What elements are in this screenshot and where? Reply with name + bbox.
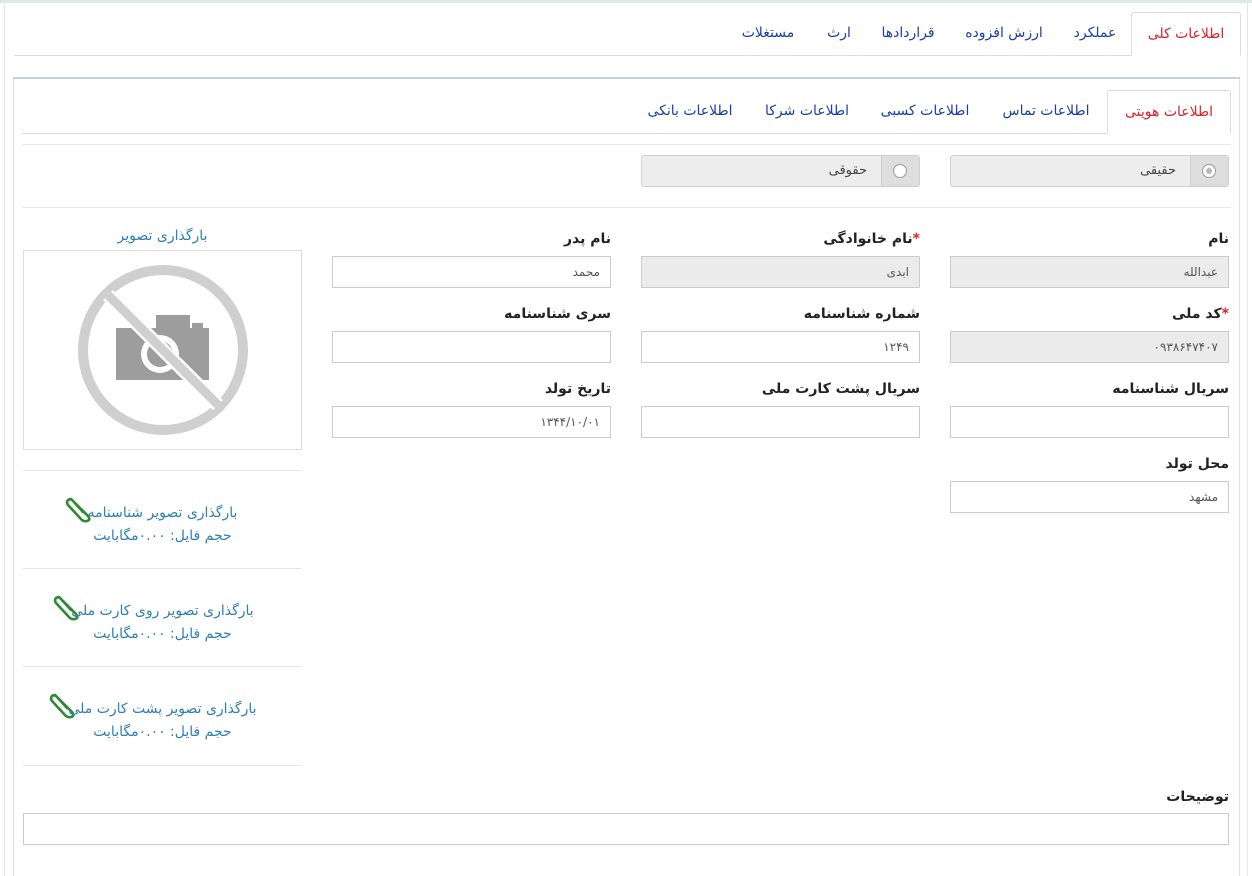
main-tabs-baseline [14,55,1241,56]
tab-contracts[interactable]: قراردادها [872,12,944,56]
radio-button[interactable] [893,164,907,178]
radio-real-label: حقیقی [1140,163,1176,178]
tab-partners-info[interactable]: اطلاعات شرکا [756,90,858,134]
radio-cell [1190,156,1228,186]
divider [23,765,302,766]
upload-card-back-link[interactable]: بارگذاری تصویر پشت کارت ملی [23,701,302,717]
tab-identity-info[interactable]: اطلاعات هویتی [1107,90,1231,134]
id-serial-label: سریال شناسنامه [1112,381,1229,397]
required-mark: * [1221,306,1229,322]
father-name-field[interactable]: محمد [332,256,611,288]
no-camera-icon [78,265,248,435]
last-name-label: *نام خانوادگی [823,231,920,247]
card-back-serial-label: سریال پشت کارت ملی [761,381,920,397]
tab-contact-info[interactable]: اطلاعات تماس [992,90,1100,134]
file-size-text: حجم فایل: ۰.۰۰مگابایت [93,626,232,642]
tab-business-info[interactable]: اطلاعات کسبی [870,90,980,134]
card-back-serial-field[interactable] [641,406,920,438]
tab-value-added[interactable]: ارزش افزوده [958,12,1050,56]
upload-card-front-item[interactable]: بارگذاری تصویر روی کارت ملی حجم فایل: ۰.… [23,568,302,666]
radio-legal-person[interactable]: حقوقی [641,155,920,187]
notes-label: توضیحات [1166,789,1229,805]
tab-real-estate[interactable]: مستغلات [730,12,806,56]
upload-id-card-link[interactable]: بارگذاری تصویر شناسنامه [23,505,302,521]
national-code-label: *کد ملی [1172,306,1229,322]
national-code-field[interactable]: ۰۹۳۸۶۴۷۴۰۷ [950,331,1229,363]
first-name-label: نام [1208,231,1229,247]
divider [22,207,1231,208]
radio-cell [881,156,919,186]
id-number-field[interactable]: ۱۲۴۹ [641,331,920,363]
tab-general-info[interactable]: اطلاعات کلی [1131,12,1241,56]
radio-legal-label: حقوقی [828,163,867,178]
radio-button[interactable] [1202,164,1216,178]
radio-real-person[interactable]: حقیقی [950,155,1229,187]
upload-id-card-item[interactable]: بارگذاری تصویر شناسنامه حجم فایل: ۰.۰۰مگ… [23,470,302,568]
birth-date-field[interactable]: ۱۳۴۴/۱۰/۰۱ [332,406,611,438]
upload-card-back-item[interactable]: بارگذاری تصویر پشت کارت ملی حجم فایل: ۰.… [23,666,302,764]
notes-field[interactable] [23,813,1229,845]
upload-card-front-link[interactable]: بارگذاری تصویر روی کارت ملی [23,603,302,619]
required-mark: * [912,231,920,247]
father-name-label: نام پدر [563,231,611,247]
id-number-label: شماره شناسنامه [803,306,920,322]
birth-place-label: محل تولد [1165,456,1229,472]
id-series-label: سری شناسنامه [504,306,611,322]
birth-place-field[interactable]: مشهد [950,481,1229,513]
divider [22,144,1231,145]
first-name-field[interactable]: عبدالله [950,256,1229,288]
last-name-field[interactable]: ابدی [641,256,920,288]
id-serial-field[interactable] [950,406,1229,438]
upload-photo-link[interactable]: بارگذاری تصویر [23,228,302,244]
tab-inheritance[interactable]: ارث [820,12,858,56]
file-size-text: حجم فایل: ۰.۰۰مگابایت [93,528,232,544]
file-size-text: حجم فایل: ۰.۰۰مگابایت [93,724,232,740]
photo-preview[interactable] [23,250,302,450]
tab-performance[interactable]: عملکرد [1064,12,1126,56]
birth-date-label: تاریخ تولد [544,381,611,397]
tab-bank-info[interactable]: اطلاعات بانکی [636,90,744,134]
id-series-field[interactable] [332,331,611,363]
